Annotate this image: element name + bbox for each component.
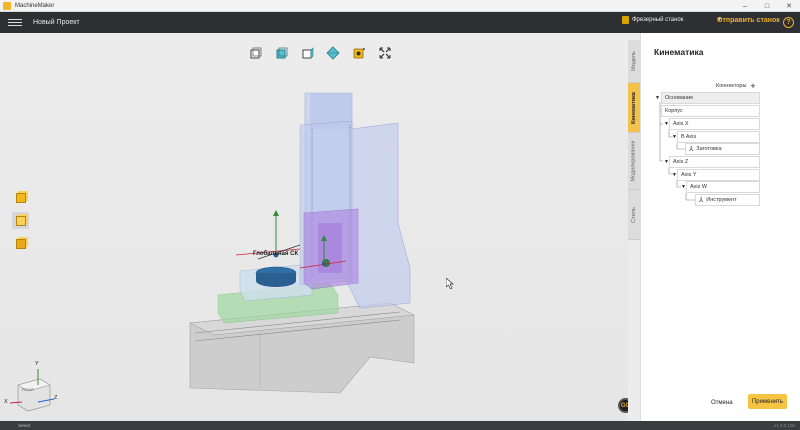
tree-item-axis-x[interactable]: Axis X — [669, 118, 760, 130]
view-toolbar — [247, 45, 392, 60]
view-iso-icon[interactable] — [273, 45, 288, 60]
kinematics-panel: Кинематика Коннекторы + ▼ Основание Корп… — [640, 33, 800, 421]
view-side-icon[interactable] — [299, 45, 314, 60]
tab-kinematics[interactable]: Кинематика — [628, 83, 640, 133]
view-top-icon[interactable] — [325, 45, 340, 60]
window-controls: – □ ✕ — [734, 0, 800, 12]
axis-y-label: Y — [35, 361, 39, 367]
axis-x-label: X — [4, 399, 8, 405]
app-logo-icon — [3, 1, 11, 10]
hamburger-menu-icon[interactable] — [8, 19, 22, 26]
close-button[interactable]: ✕ — [778, 0, 800, 12]
view-cube-front-label[interactable]: FRONT — [22, 388, 34, 392]
apply-button[interactable]: Применить — [748, 394, 787, 409]
tree-item-axis-w[interactable]: Axis W — [686, 181, 760, 193]
side-tabs: Модель Кинематика Моделирование Стиль — [628, 40, 640, 240]
connector-icon: ⅄ — [689, 146, 694, 153]
expand-caret-icon[interactable]: ▼ — [655, 95, 660, 101]
tree-item-workpiece[interactable]: ⅄ Заготовка — [685, 143, 760, 155]
tab-model[interactable]: Модель — [628, 40, 640, 83]
project-name: Новый Проект — [33, 19, 80, 26]
machine-model-scene[interactable] — [0, 33, 628, 421]
axis-z-label: Z — [54, 395, 58, 401]
version-label: v1.0.0.100 — [773, 423, 795, 428]
app-header: Новый Проект Фрезерный станок ▼ Отправит… — [0, 12, 800, 33]
status-text: Select — [18, 423, 31, 428]
send-machine-button[interactable]: Отправить станок — [717, 17, 780, 24]
cancel-button[interactable]: Отмена — [711, 400, 733, 406]
tab-simulation[interactable]: Моделирование — [628, 133, 640, 190]
milling-machine-icon — [622, 16, 629, 24]
tree-item-base[interactable]: Основание — [661, 92, 760, 104]
display-mode-tools — [12, 189, 29, 252]
status-bar: Select v1.0.0.100 — [0, 421, 800, 430]
fit-view-icon[interactable] — [377, 45, 392, 60]
maximize-button[interactable]: □ — [756, 0, 778, 12]
solid-cube-icon[interactable] — [12, 189, 29, 206]
tree-item-b-axis[interactable]: B Axis — [677, 131, 760, 143]
3d-viewport[interactable]: Глобальная СК Y Z X FRONT GG — [0, 33, 628, 421]
machine-type-select[interactable]: Фрезерный станок ▼ — [622, 16, 722, 24]
tree-item-body[interactable]: Корпус — [661, 105, 760, 117]
connector-icon: ⅄ — [699, 197, 704, 204]
machine-type-value: Фрезерный станок — [632, 17, 684, 23]
window-titlebar: MachineMaker – □ ✕ — [0, 0, 800, 12]
app-name: MachineMaker — [15, 2, 55, 9]
gizmo-button[interactable]: GG — [618, 398, 628, 413]
shaded-cube-icon[interactable] — [12, 235, 29, 252]
wireframe-cube-icon[interactable] — [12, 212, 29, 229]
help-icon[interactable]: ? — [783, 17, 794, 28]
mouse-cursor-icon — [446, 278, 454, 289]
tab-style[interactable]: Стиль — [628, 190, 640, 240]
tree-item-tool[interactable]: ⅄ Инструмент — [695, 194, 760, 206]
tree-item-axis-z[interactable]: Axis Z — [669, 156, 760, 168]
render-mode-icon[interactable] — [351, 45, 366, 60]
global-cs-label: Глобальная СК — [253, 251, 299, 257]
tree-item-axis-y[interactable]: Axis Y — [677, 169, 760, 181]
minimize-button[interactable]: – — [734, 0, 756, 12]
view-front-icon[interactable] — [247, 45, 262, 60]
